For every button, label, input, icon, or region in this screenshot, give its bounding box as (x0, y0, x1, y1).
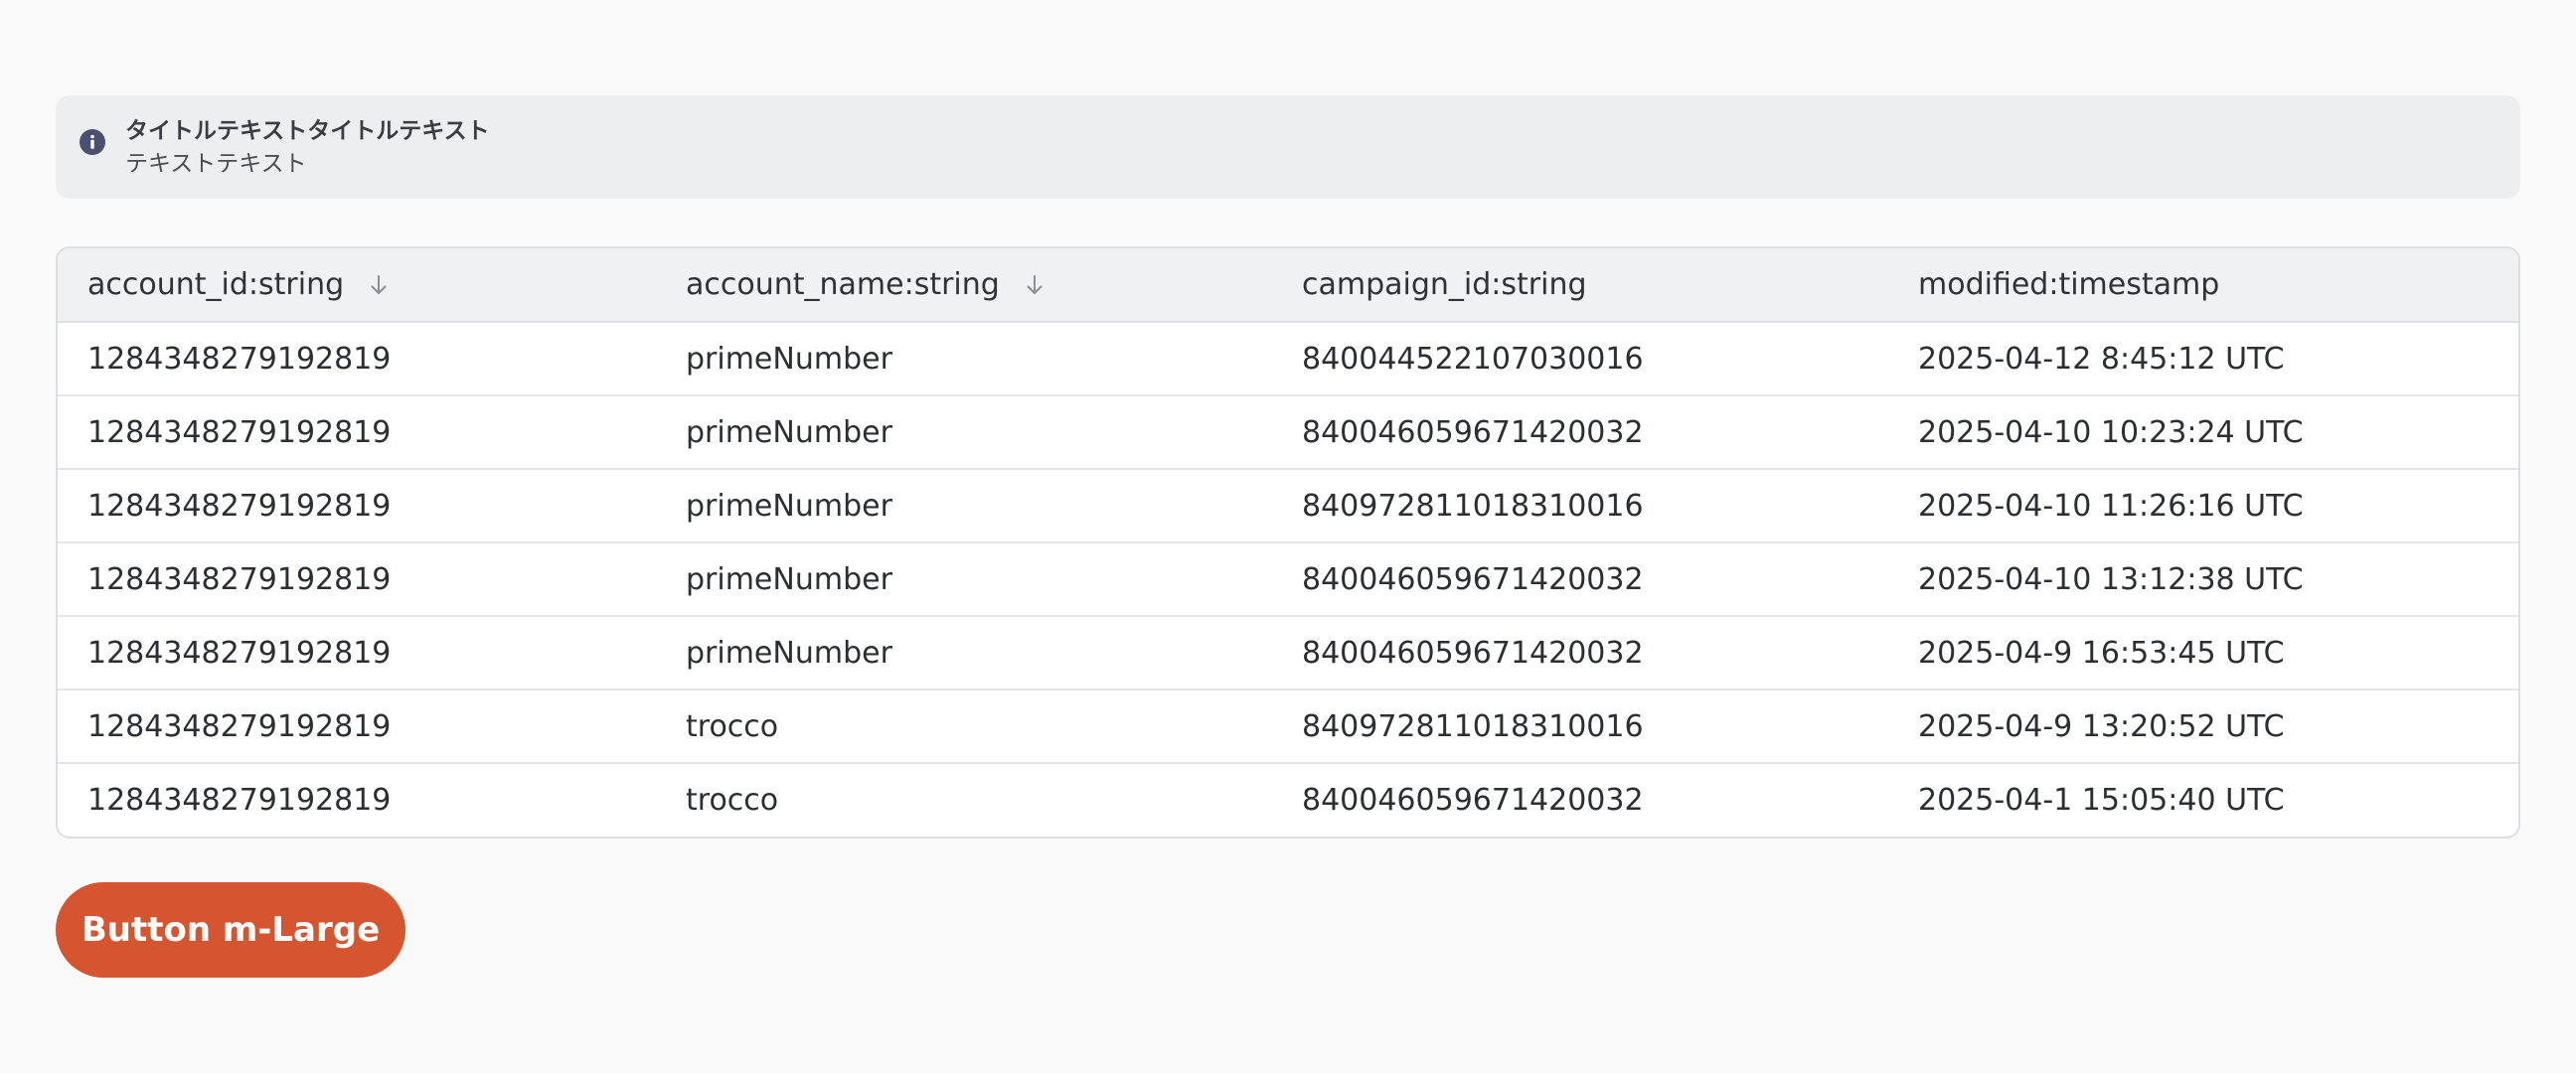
cell-account-id: 1284348279192819 (58, 541, 656, 616)
cell-account-id: 1284348279192819 (58, 762, 656, 837)
column-header-label: account_id:string (87, 267, 345, 302)
cell-account-id: 1284348279192819 (87, 341, 392, 377)
cell-campaign-id: 840046059671420032 (1272, 762, 1888, 837)
cell-account-id: 1284348279192819 (58, 394, 656, 469)
column-header-account-name[interactable]: account_name:string (656, 248, 1272, 323)
primary-large-button[interactable]: Button m-Large (56, 882, 405, 978)
sort-arrow-down-icon[interactable] (1024, 273, 1046, 297)
info-icon (80, 129, 105, 155)
cell-account-id: 1284348279192819 (58, 468, 656, 542)
cell-campaign-id: 840046059671420032 (1272, 615, 1888, 690)
data-table: account_id:string account_name:string ca… (56, 246, 2520, 839)
cell-modified: 2025-04-9 16:53:45 UTC (1888, 615, 2518, 690)
alert-title: タイトルテキストタイトルテキスト (125, 118, 490, 144)
info-alert: タイトルテキストタイトルテキスト テキストテキスト (56, 95, 2520, 199)
column-header-label: campaign_id:string (1302, 267, 1587, 302)
column-header-account-id[interactable]: account_id:string (58, 248, 656, 323)
sort-arrow-down-icon[interactable] (368, 273, 390, 297)
column-header-label: account_name:string (686, 267, 1000, 302)
cell-modified: 2025-04-9 13:20:52 UTC (1888, 689, 2518, 763)
column-header-modified: modified:timestamp (1888, 248, 2518, 323)
page: タイトルテキストタイトルテキスト テキストテキスト account_id:str… (0, 0, 2576, 1073)
cell-modified: 2025-04-10 10:23:24 UTC (1888, 394, 2518, 469)
cell-campaign-id: 840046059671420032 (1272, 394, 1888, 469)
cell-campaign-id: 840046059671420032 (1272, 541, 1888, 616)
table-row: 1284348279192819 primeNumber 84004605967… (58, 541, 2518, 616)
table-row: 1284348279192819 primeNumber 84004605967… (58, 615, 2518, 690)
cell-account-name: primeNumber (656, 394, 1272, 469)
cell-campaign-id: 840972811018310016 (1272, 468, 1888, 542)
alert-text: テキストテキスト (125, 151, 307, 177)
cell-account-name: trocco (656, 762, 1272, 837)
cell-account-name: primeNumber (686, 341, 892, 377)
table-row: 1284348279192819 primeNumber 84004452210… (58, 322, 2518, 395)
table-row: 1284348279192819 primeNumber 84004605967… (58, 394, 2518, 469)
column-header-label: modified:timestamp (1918, 267, 2220, 302)
cell-modified: 2025-04-1 15:05:40 UTC (1888, 762, 2518, 837)
cell-account-name: primeNumber (656, 615, 1272, 690)
cell-modified: 2025-04-10 13:12:38 UTC (1888, 541, 2518, 616)
cell-account-id: 1284348279192819 (58, 615, 656, 690)
cell-modified: 2025-04-10 11:26:16 UTC (1888, 468, 2518, 542)
cell-campaign-id: 840972811018310016 (1272, 689, 1888, 763)
table-row: 1284348279192819 primeNumber 84097281101… (58, 468, 2518, 542)
column-header-campaign-id: campaign_id:string (1272, 248, 1888, 323)
cell-campaign-id: 840044522107030016 (1302, 341, 1644, 377)
cell-account-id: 1284348279192819 (58, 689, 656, 763)
cell-modified: 2025-04-12 8:45:12 UTC (1918, 341, 2285, 377)
table-row: 1284348279192819 trocco 8409728110183100… (58, 689, 2518, 763)
cell-account-name: trocco (656, 689, 1272, 763)
table-row: 1284348279192819 trocco 8400460596714200… (58, 762, 2518, 837)
cell-account-name: primeNumber (656, 541, 1272, 616)
alert-body: タイトルテキストタイトルテキスト テキストテキスト (125, 115, 490, 181)
table-header-row: account_id:string account_name:string ca… (58, 248, 2518, 323)
cell-account-name: primeNumber (656, 468, 1272, 542)
